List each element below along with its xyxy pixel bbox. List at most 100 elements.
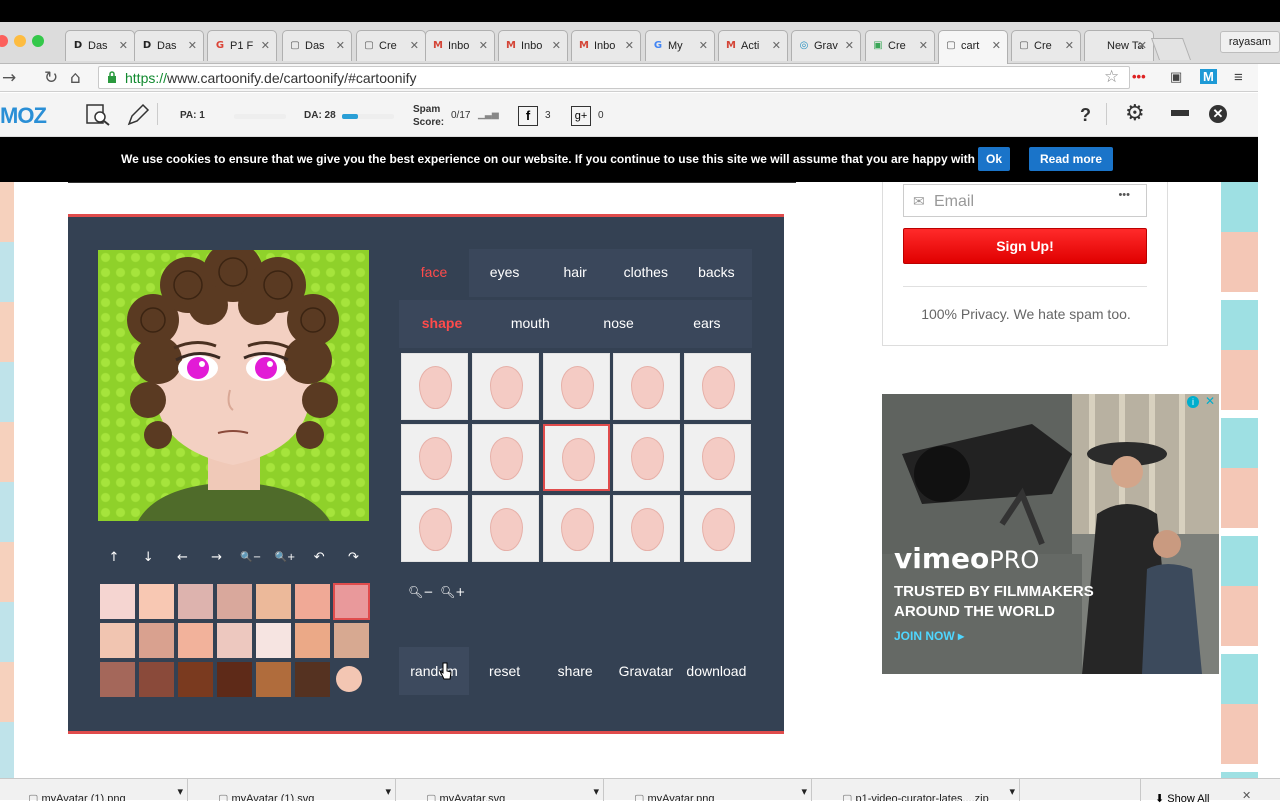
tab-backs[interactable]: backs: [681, 264, 751, 280]
bookmark-star-icon[interactable]: ☆: [1104, 67, 1119, 87]
subtab-nose[interactable]: nose: [584, 315, 654, 331]
reload-icon[interactable]: ↻: [44, 68, 58, 88]
browser-tab[interactable]: G P1 F ✕: [207, 30, 277, 61]
skin-color-swatch[interactable]: [256, 623, 291, 658]
browser-tab[interactable]: ▢ Cre ✕: [1011, 30, 1081, 61]
move-left-icon[interactable]: ←: [169, 547, 195, 569]
subtab-mouth[interactable]: mouth: [495, 315, 565, 331]
extension-dots-icon[interactable]: •••: [1132, 69, 1146, 84]
skin-color-swatch[interactable]: [217, 584, 252, 619]
skin-color-swatch[interactable]: [256, 584, 291, 619]
download-item[interactable]: ▢ myAvatar.svg ▾: [398, 779, 604, 801]
tab-hair[interactable]: hair: [540, 264, 610, 280]
redo-icon[interactable]: ↷: [340, 547, 366, 569]
show-all-downloads[interactable]: ⬇ Show All: [1140, 779, 1226, 805]
reset-button[interactable]: reset: [470, 647, 540, 695]
zoom-out-icon[interactable]: 🔍−: [238, 547, 264, 569]
face-shape-option[interactable]: [542, 353, 610, 420]
browser-tab[interactable]: ▢ Das ✕: [282, 30, 352, 61]
browser-tab[interactable]: M Inbo ✕: [498, 30, 568, 61]
dropdown-chevron-icon[interactable]: ▾: [801, 785, 807, 798]
share-button[interactable]: share: [540, 647, 610, 695]
undo-icon[interactable]: ↶: [306, 547, 332, 569]
tab-close-icon[interactable]: ✕: [699, 39, 708, 52]
ad-join-now-link[interactable]: JOIN NOW ▸: [894, 629, 964, 643]
browser-tab[interactable]: M Acti ✕: [718, 30, 788, 61]
tab-face[interactable]: face: [399, 264, 469, 280]
random-button[interactable]: random: [399, 647, 469, 695]
skin-color-swatch[interactable]: [139, 623, 174, 658]
tab-close-icon[interactable]: ✕: [261, 39, 270, 52]
zoom-in-icon[interactable]: 🔍+: [272, 547, 298, 569]
skin-color-swatch[interactable]: [295, 662, 330, 697]
page-analysis-icon[interactable]: [86, 104, 110, 126]
browser-tab[interactable]: ▣ Cre ✕: [865, 30, 935, 61]
collapse-bar-icon[interactable]: [1171, 110, 1189, 116]
tab-clothes[interactable]: clothes: [611, 264, 681, 280]
browser-tab[interactable]: D Das ✕: [65, 30, 135, 61]
browser-tab[interactable]: ▢ Cre ✕: [356, 30, 426, 61]
dropdown-chevron-icon[interactable]: ▾: [385, 785, 391, 798]
move-down-icon[interactable]: ↓: [135, 547, 161, 569]
subtab-ears[interactable]: ears: [672, 315, 742, 331]
forward-icon[interactable]: →: [2, 68, 16, 88]
browser-tab[interactable]: ◎ Grav ✕: [791, 30, 861, 61]
skin-color-swatch[interactable]: [139, 584, 174, 619]
face-shape-option[interactable]: [613, 495, 681, 562]
browser-tab[interactable]: ▢ cart ✕: [938, 30, 1008, 64]
skin-color-swatch[interactable]: [178, 623, 213, 658]
close-moz-icon[interactable]: ✕: [1209, 105, 1227, 123]
browser-tab[interactable]: M Inbo ✕: [425, 30, 495, 61]
face-shape-option[interactable]: [471, 495, 539, 562]
close-downloads-icon[interactable]: ✕: [1242, 789, 1251, 802]
download-item[interactable]: ▢ p1-video-curator-lates....zip ▾: [814, 779, 1020, 801]
sign-up-button[interactable]: Sign Up!: [903, 228, 1147, 264]
ad-close-icon[interactable]: ✕: [1205, 394, 1215, 408]
skin-color-swatch[interactable]: [100, 584, 135, 619]
skin-color-swatch[interactable]: [217, 662, 252, 697]
browser-tab[interactable]: G My ✕: [645, 30, 715, 61]
move-right-icon[interactable]: →: [204, 547, 230, 569]
profile-button[interactable]: rayasam: [1219, 31, 1280, 53]
tab-close-icon[interactable]: ✕: [336, 39, 345, 52]
face-shape-option[interactable]: [471, 353, 539, 420]
face-shape-option[interactable]: [684, 353, 752, 420]
skin-color-swatch[interactable]: [100, 662, 135, 697]
zoom-out-shapes-icon[interactable]: 🔍︎−: [408, 585, 433, 599]
close-window-icon[interactable]: [0, 35, 8, 47]
vimeo-ad[interactable]: vimeoPRO TRUSTED BY FILMMAKERS AROUND THE…: [882, 394, 1219, 674]
face-shape-option[interactable]: [401, 353, 468, 420]
menu-icon[interactable]: ≡: [1234, 69, 1243, 86]
email-field[interactable]: ✉ Email •••: [903, 184, 1147, 217]
skin-color-swatch[interactable]: [178, 662, 213, 697]
skin-color-swatch[interactable]: [295, 623, 330, 658]
browser-tab[interactable]: New Ta ✕: [1084, 30, 1154, 61]
browser-tab[interactable]: D Das ✕: [134, 30, 204, 61]
browser-tab[interactable]: M Inbo ✕: [571, 30, 641, 61]
tab-close-icon[interactable]: ✕: [188, 39, 197, 52]
minimize-window-icon[interactable]: [14, 35, 26, 47]
tab-close-icon[interactable]: ✕: [552, 39, 561, 52]
tab-close-icon[interactable]: ✕: [992, 39, 1001, 52]
skin-color-swatch[interactable]: [100, 623, 135, 658]
maximize-window-icon[interactable]: [32, 35, 44, 47]
dropdown-chevron-icon[interactable]: ▾: [593, 785, 599, 798]
extension-puzzle-icon[interactable]: ▣: [1170, 69, 1182, 85]
face-shape-option[interactable]: [613, 424, 681, 491]
subtab-shape[interactable]: shape: [407, 315, 477, 331]
settings-gear-icon[interactable]: ⚙: [1125, 101, 1145, 126]
tab-close-icon[interactable]: ✕: [919, 39, 928, 52]
new-tab-button[interactable]: [1150, 38, 1192, 60]
skin-color-picker[interactable]: [336, 666, 362, 692]
tab-close-icon[interactable]: ✕: [845, 39, 854, 52]
tab-close-icon[interactable]: ✕: [119, 39, 128, 52]
skin-color-swatch[interactable]: [256, 662, 291, 697]
tab-close-icon[interactable]: ✕: [1138, 39, 1147, 52]
skin-color-swatch[interactable]: [217, 623, 252, 658]
skin-color-swatch[interactable]: [333, 583, 370, 620]
face-shape-option[interactable]: [401, 424, 468, 491]
download-button[interactable]: download: [681, 647, 751, 695]
face-shape-option[interactable]: [471, 424, 539, 491]
cookie-ok-button[interactable]: Ok: [978, 147, 1011, 171]
skin-color-swatch[interactable]: [139, 662, 174, 697]
